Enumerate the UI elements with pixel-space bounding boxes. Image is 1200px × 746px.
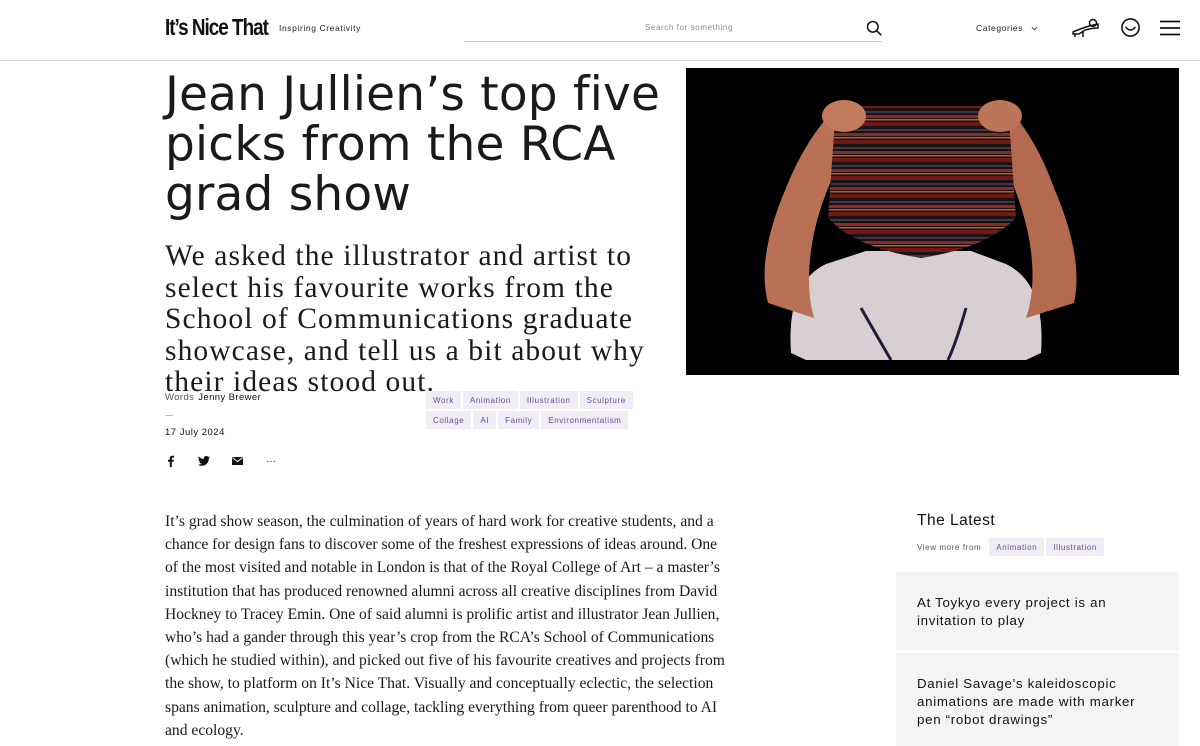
search-input[interactable] (464, 14, 854, 41)
byline-divider (165, 415, 173, 416)
tag-row: Collage AI Family Environmentalism (426, 411, 666, 429)
site-tagline: Inspiring Creativity (279, 23, 361, 33)
article-title: Jean Jullien’s top five picks from the R… (165, 67, 661, 222)
menu-hamburger-icon[interactable] (1160, 20, 1180, 36)
chevron-down-icon (1031, 26, 1038, 30)
email-icon (231, 457, 243, 465)
latest-card[interactable]: Daniel Savage's kaleidoscopic animations… (896, 653, 1179, 746)
byline-label: Words (165, 392, 195, 403)
author-link[interactable]: Jenny Brewer (198, 392, 261, 403)
article-standfirst: We asked the illustrator and artist to s… (165, 240, 645, 398)
publish-date: 17 July 2024 (165, 427, 225, 438)
tag-row: Work Animation Illustration Sculpture (426, 391, 666, 409)
share-more-icon[interactable]: ··· (264, 454, 278, 468)
article-tags: Work Animation Illustration Sculpture Co… (426, 391, 666, 431)
view-more-tag-animation[interactable]: Animation (989, 538, 1045, 556)
tag-family[interactable]: Family (498, 411, 540, 429)
shop-icon[interactable] (1071, 18, 1100, 38)
facebook-icon (167, 455, 174, 467)
tag-work[interactable]: Work (426, 391, 461, 409)
tag-animation[interactable]: Animation (462, 391, 518, 409)
share-facebook[interactable] (163, 454, 177, 468)
latest-card-title: At Toykyo every project is an invitation… (917, 595, 1107, 628)
categories-label: Categories (976, 23, 1024, 33)
view-more-tag-illustration[interactable]: Illustration (1046, 538, 1104, 556)
account-smiley-icon[interactable] (1120, 17, 1141, 38)
view-more-tags: Animation Illustration (989, 538, 1104, 556)
tag-ai[interactable]: AI (473, 411, 497, 429)
twitter-icon (198, 456, 210, 466)
article-body: It’s grad show season, the culmination o… (165, 513, 725, 739)
share-email[interactable] (230, 454, 244, 468)
latest-card[interactable]: At Toykyo every project is an invitation… (896, 572, 1179, 650)
site-header: It’s Nice That Inspiring Creativity Cate… (0, 0, 1200, 61)
view-more-label: View more from (917, 542, 982, 552)
hero-illustration (686, 68, 1179, 375)
search-bar (464, 14, 882, 42)
tag-environmentalism[interactable]: Environmentalism (541, 411, 629, 429)
site-logo[interactable]: It’s Nice That (165, 14, 269, 41)
hero-image[interactable] (686, 68, 1179, 375)
tag-collage[interactable]: Collage (426, 411, 472, 429)
latest-heading: The Latest (917, 512, 996, 529)
share-twitter[interactable] (197, 454, 211, 468)
latest-card-title: Daniel Savage's kaleidoscopic animations… (917, 676, 1136, 727)
view-more-from: View more from Animation Illustration (917, 538, 1104, 556)
byline: Words Jenny Brewer (165, 392, 261, 403)
search-icon[interactable] (866, 20, 882, 36)
tag-sculpture[interactable]: Sculpture (579, 391, 633, 409)
categories-dropdown[interactable]: Categories (976, 23, 1038, 33)
tag-illustration[interactable]: Illustration (519, 391, 578, 409)
